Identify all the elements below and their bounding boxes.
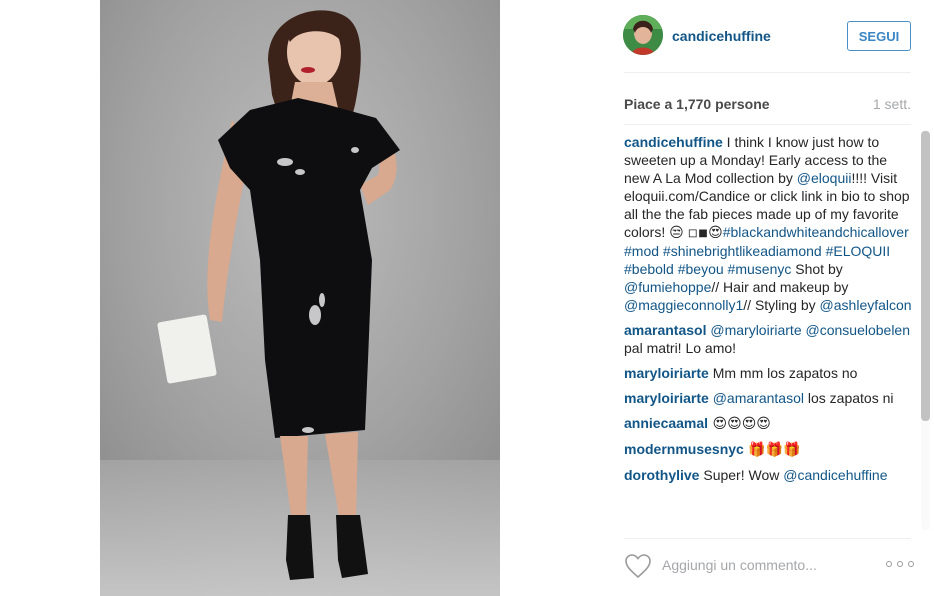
comment-text: pal matri! Lo amo! xyxy=(624,340,737,356)
caption: candicehuffine I think I know just how t… xyxy=(624,133,914,314)
post-footer xyxy=(600,540,934,596)
hashtag-link[interactable]: #musenyc xyxy=(728,261,792,277)
post-header: candicehuffine SEGUI xyxy=(600,0,934,72)
comment-username[interactable]: modernmusesnyc xyxy=(624,441,744,457)
mention-link[interactable]: @maryloiriarte xyxy=(710,322,801,338)
mention-link[interactable]: @eloquii xyxy=(797,170,852,186)
comment-username[interactable]: maryloiriarte xyxy=(624,390,709,406)
emoji: ◽◾😍 xyxy=(687,225,723,241)
mention-link[interactable]: @amarantasol xyxy=(713,390,804,406)
hashtag-link[interactable]: #beyou xyxy=(678,261,724,277)
dot xyxy=(908,561,914,567)
post-time[interactable]: 1 sett. xyxy=(873,96,911,112)
dot xyxy=(886,561,892,567)
photo-illustration xyxy=(100,0,500,596)
author-username[interactable]: candicehuffine xyxy=(672,28,771,44)
likes-row: Piace a 1,770 persone 1 sett. xyxy=(624,94,911,114)
comment-text: 😍😍😍😍 xyxy=(708,416,771,432)
comment-username[interactable]: amarantasol xyxy=(624,322,706,338)
comment-text: los zapatos ni xyxy=(803,390,894,406)
hashtag-link[interactable]: #shinebrightlikeadiamond xyxy=(663,243,822,259)
author-avatar[interactable] xyxy=(623,15,663,55)
comment-username[interactable]: candicehuffine xyxy=(624,134,723,150)
comment-item: maryloiriarte Mm mm los zapatos no xyxy=(624,364,914,382)
caption-text: Shot by xyxy=(795,261,843,277)
avatar-image xyxy=(623,15,663,55)
comment-item: modernmusesnyc 🎁🎁🎁 xyxy=(624,440,914,459)
comment-item: maryloiriarte @amarantasol los zapatos n… xyxy=(624,389,914,407)
more-options-icon[interactable] xyxy=(886,556,914,572)
comment-item: dorothylive Super! Wow @candicehuffine xyxy=(624,466,914,484)
mention-link[interactable]: @ashleyfalcon xyxy=(820,297,912,313)
footer-divider xyxy=(624,538,911,539)
mention-link[interactable]: @consuelobelen xyxy=(806,322,911,338)
media-area xyxy=(0,0,600,596)
header-divider xyxy=(624,72,911,73)
post-photo[interactable] xyxy=(100,0,500,596)
hashtag-link[interactable]: #blackandwhiteandchicallover xyxy=(723,224,909,240)
heart-icon[interactable] xyxy=(624,553,652,579)
comment-text: Mm mm los zapatos no xyxy=(708,365,858,381)
post-panel: candicehuffine SEGUI Piace a 1,770 perso… xyxy=(600,0,934,596)
mention-link[interactable]: @candicehuffine xyxy=(783,467,887,483)
hashtag-link[interactable]: #bebold xyxy=(624,261,674,277)
comments-scrollbar-thumb[interactable] xyxy=(921,131,930,421)
comment-username[interactable]: dorothylive xyxy=(624,467,699,483)
caption-text: // Hair and makeup by xyxy=(711,279,849,295)
caption-text: // Styling by xyxy=(743,297,820,313)
comments-list[interactable]: candicehuffine I think I know just how t… xyxy=(624,133,914,530)
comment-item: anniecaamal 😍😍😍😍 xyxy=(624,414,914,433)
comment-username[interactable]: anniecaamal xyxy=(624,415,708,431)
add-comment-input[interactable] xyxy=(662,554,882,576)
likes-count[interactable]: Piace a 1,770 persone xyxy=(624,96,770,112)
comment-text: Super! Wow xyxy=(699,467,784,483)
hashtag-link[interactable]: #mod xyxy=(624,243,659,259)
comment-text: 🎁🎁🎁 xyxy=(743,442,801,458)
comment-item: amarantasol @maryloiriarte @consuelobele… xyxy=(624,321,914,357)
emoji: 😒 xyxy=(669,225,684,241)
comment-username[interactable]: maryloiriarte xyxy=(624,365,709,381)
mention-link[interactable]: @maggieconnolly1 xyxy=(624,297,743,313)
hashtag-link[interactable]: #ELOQUII xyxy=(826,243,891,259)
likes-divider xyxy=(624,124,911,125)
dot xyxy=(897,561,903,567)
follow-button[interactable]: SEGUI xyxy=(847,21,911,51)
mention-link[interactable]: @fumiehoppe xyxy=(624,279,711,295)
